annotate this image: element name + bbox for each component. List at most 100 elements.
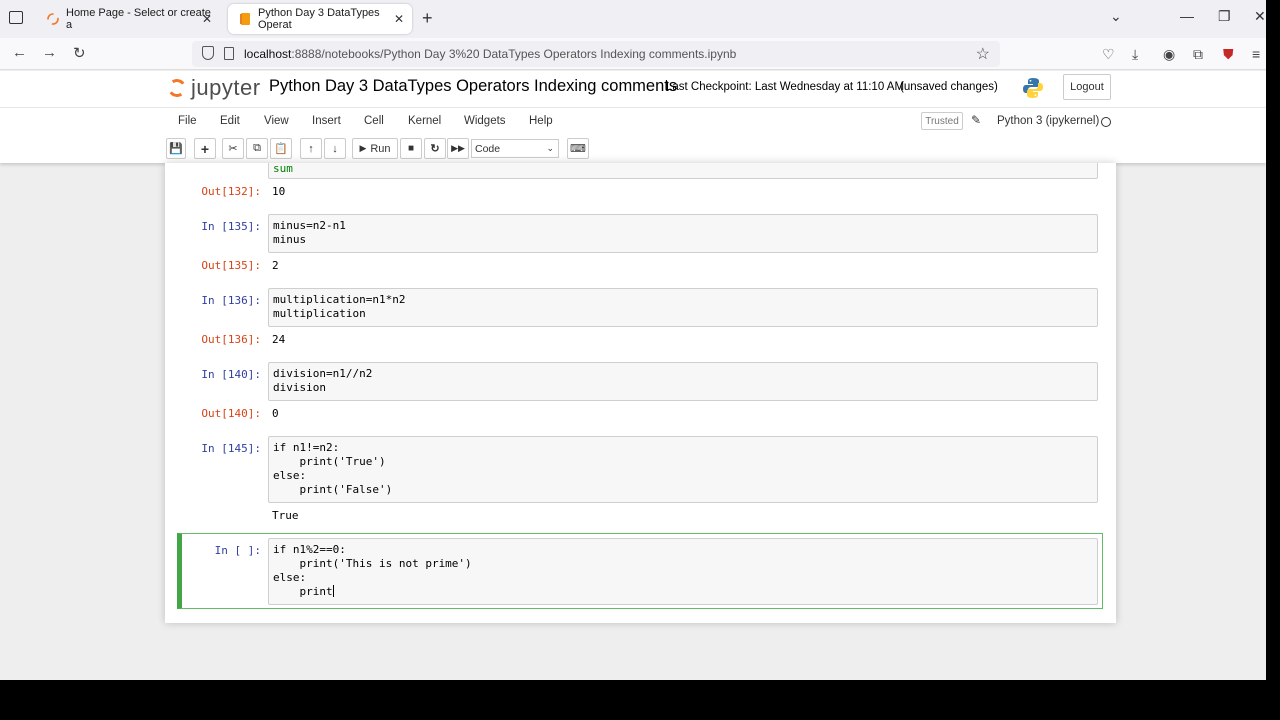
close-tab-icon[interactable]: ✕	[202, 12, 212, 26]
menu-view[interactable]: View	[264, 115, 289, 127]
pencil-icon[interactable]: ✎	[971, 113, 981, 127]
window-close-icon[interactable]: ✕	[1254, 8, 1266, 25]
out-prompt: Out[135]:	[201, 259, 261, 272]
back-icon[interactable]: ←	[12, 44, 27, 61]
cell-output: 10	[272, 185, 286, 198]
move-up-button[interactable]: ↑	[300, 138, 322, 159]
menu-file[interactable]: File	[178, 115, 197, 127]
run-button[interactable]: ▶ Run	[352, 138, 398, 159]
code-line: multiplication	[273, 307, 366, 320]
autosave-status: (unsaved changes)	[900, 81, 998, 93]
menu-kernel[interactable]: Kernel	[408, 115, 441, 127]
in-prompt: In [140]:	[201, 368, 261, 381]
shield-icon[interactable]	[202, 46, 214, 60]
code-line: else:	[273, 571, 307, 584]
restore-icon[interactable]: ❐	[1218, 8, 1231, 25]
code-cell-input[interactable]: minus=n2-n1 minus	[268, 214, 1098, 253]
jupyter-logo-icon	[166, 77, 188, 99]
kernel-status-icon	[1101, 117, 1111, 127]
code-cell-editor[interactable]: if n1%2==0: print('This is not prime') e…	[268, 538, 1098, 605]
out-prompt: Out[136]:	[201, 333, 261, 346]
arrow-down-icon: ↓	[332, 142, 338, 155]
menu-help[interactable]: Help	[529, 115, 553, 127]
logout-button[interactable]: Logout	[1063, 74, 1111, 100]
move-down-button[interactable]: ↓	[324, 138, 346, 159]
jupyter-logo-text: jupyter	[191, 75, 261, 100]
tab-title: Home Page - Select or create a	[66, 7, 211, 31]
tab-notebook[interactable]: Python Day 3 DataTypes Operat ✕	[228, 4, 412, 34]
notebook-container: sum Out[132]: 10 In [135]: minus=n2-n1 m…	[165, 163, 1116, 623]
navigation-bar: ← → ↻ localhost:8888/notebooks/Python Da…	[0, 38, 1266, 70]
code-cell-input[interactable]: if n1!=n2: print('True') else: print('Fa…	[268, 436, 1098, 503]
jupyter-header: jupyter Python Day 3 DataTypes Operators…	[0, 71, 1266, 107]
ublock-icon[interactable]: ⛊	[1223, 46, 1234, 63]
paste-button[interactable]: 📋	[270, 138, 292, 159]
extensions-icon[interactable]: ⧉	[1193, 46, 1203, 63]
copy-button[interactable]: ⧉	[246, 138, 268, 159]
insert-cell-button[interactable]: +	[194, 138, 216, 159]
list-all-tabs-icon[interactable]: ⌄	[1110, 8, 1122, 25]
trusted-indicator[interactable]: Trusted	[921, 112, 963, 130]
notebook-title[interactable]: Python Day 3 DataTypes Operators Indexin…	[269, 77, 677, 96]
new-tab-icon[interactable]: +	[422, 8, 433, 29]
menu-edit[interactable]: Edit	[220, 115, 240, 127]
tab-list-icon[interactable]	[9, 11, 23, 24]
code-cell-input[interactable]: sum	[268, 163, 1098, 179]
tab-title: Python Day 3 DataTypes Operat	[258, 7, 380, 31]
command-palette-button[interactable]: ⌨	[567, 138, 589, 159]
code-line: division=n1//n2	[273, 367, 373, 380]
cell-output: True	[272, 509, 299, 522]
address-bar[interactable]: localhost:8888/notebooks/Python Day 3%20…	[192, 41, 1000, 67]
in-prompt: In [136]:	[201, 294, 261, 307]
menu-icon[interactable]: ≡	[1252, 46, 1260, 62]
cell-output: 2	[272, 259, 279, 272]
code-line: multiplication=n1*n2	[273, 293, 406, 306]
tab-home[interactable]: Home Page - Select or create a ✕	[36, 4, 220, 34]
in-prompt: In [135]:	[201, 220, 261, 233]
menu-cell[interactable]: Cell	[364, 115, 384, 127]
jupyter-favicon-icon	[46, 12, 60, 26]
kernel-name[interactable]: Python 3 (ipykernel)	[997, 115, 1099, 127]
jupyter-logo[interactable]: jupyter	[166, 75, 261, 101]
code-line: division	[273, 381, 326, 394]
menu-widgets[interactable]: Widgets	[464, 115, 506, 127]
code-line: if n1%2==0:	[273, 543, 346, 556]
code-line: print	[273, 585, 333, 598]
downloads-icon[interactable]: ⤓	[1132, 46, 1138, 63]
play-icon: ▶	[359, 143, 367, 153]
restart-run-all-button[interactable]: ▶▶	[447, 138, 469, 159]
forward-icon[interactable]: →	[42, 44, 57, 61]
fast-forward-icon: ▶▶	[451, 143, 465, 153]
out-prompt: Out[132]:	[201, 185, 261, 198]
code-cell-input[interactable]: division=n1//n2 division	[268, 362, 1098, 401]
in-prompt: In [ ]:	[214, 544, 261, 557]
stop-icon: ■	[407, 143, 415, 154]
menu-insert[interactable]: Insert	[312, 115, 341, 127]
cell-type-select[interactable]: Code ⌄	[471, 139, 559, 158]
page-info-icon[interactable]	[224, 47, 234, 60]
python-logo-icon	[1021, 76, 1045, 100]
text-cursor	[332, 585, 334, 597]
copy-icon: ⧉	[253, 142, 261, 154]
notebook-toolbar: 💾 + ✂ ⧉ 📋 ↑ ↓ ▶ Run ■ ↻ ▶▶ Code ⌄ ⌨	[0, 135, 1266, 163]
url-text[interactable]: localhost:8888/notebooks/Python Day 3%20…	[244, 47, 736, 61]
menu-bar: File Edit View Insert Cell Kernel Widget…	[0, 107, 1266, 135]
chevron-down-icon: ⌄	[546, 143, 554, 153]
save-button[interactable]: 💾	[166, 138, 186, 159]
bookmark-star-icon[interactable]: ☆	[976, 44, 990, 64]
tab-strip: Home Page - Select or create a ✕ Python …	[0, 0, 1266, 38]
code-line: minus	[273, 233, 307, 246]
close-tab-icon[interactable]: ✕	[394, 12, 404, 26]
in-prompt: In [145]:	[201, 442, 261, 455]
pocket-icon[interactable]: ♡	[1102, 46, 1115, 63]
reload-icon[interactable]: ↻	[73, 44, 86, 62]
code-cell-input[interactable]: multiplication=n1*n2 multiplication	[268, 288, 1098, 327]
interrupt-button[interactable]: ■	[400, 138, 422, 159]
save-icon: 💾	[169, 143, 183, 155]
restart-button[interactable]: ↻	[424, 138, 446, 159]
cut-button[interactable]: ✂	[222, 138, 244, 159]
code-line: print('False')	[273, 483, 393, 496]
code-line: print('This is not prime')	[273, 557, 472, 570]
account-icon[interactable]: ◉	[1163, 46, 1175, 63]
minimize-icon[interactable]: —	[1180, 8, 1194, 24]
